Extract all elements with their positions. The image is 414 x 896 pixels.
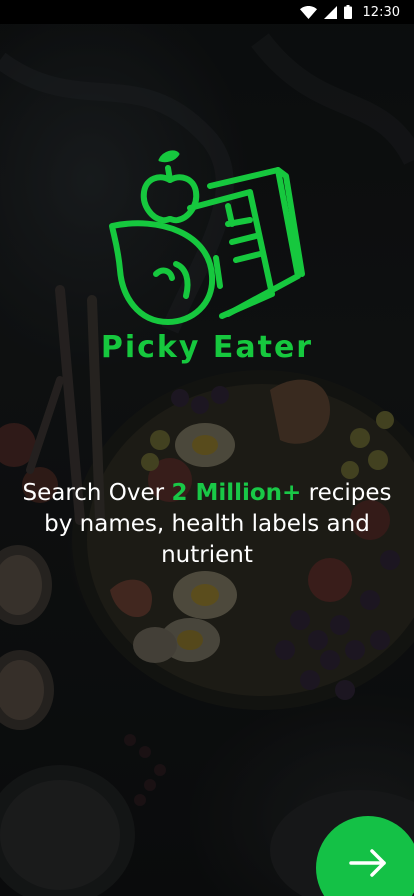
status-time: 12:30 xyxy=(362,4,400,20)
tagline-highlight: 2 Million+ xyxy=(171,480,302,506)
app-name: Picky Eater xyxy=(100,330,314,365)
onboarding-screen: 12:30 Picky Eater Search Over 2 Million+… xyxy=(0,0,414,896)
arrow-right-icon xyxy=(348,848,388,878)
tagline: Search Over 2 Million+ recipes by names,… xyxy=(20,478,394,571)
tagline-text-before: Search Over xyxy=(22,480,172,506)
battery-icon xyxy=(343,5,352,19)
status-bar: 12:30 xyxy=(0,0,414,24)
signal-icon xyxy=(323,5,337,19)
apple-leaf-book-icon xyxy=(100,146,310,330)
wifi-icon xyxy=(299,5,317,19)
background-food-image xyxy=(0,0,414,896)
